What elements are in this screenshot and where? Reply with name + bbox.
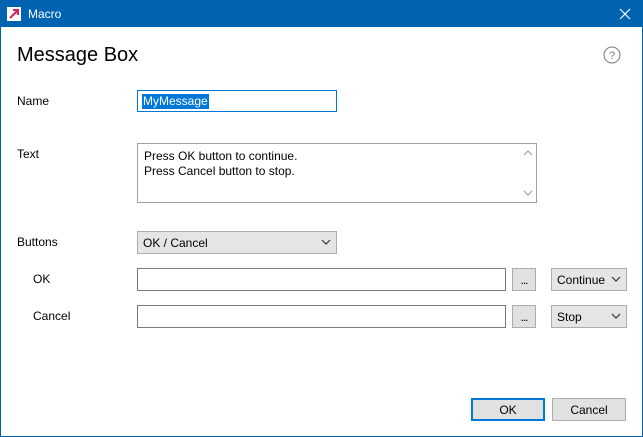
text-label: Text <box>17 147 40 161</box>
name-label: Name <box>17 94 50 108</box>
chevron-down-icon <box>611 276 621 282</box>
ok-browse-button[interactable]: ... <box>512 268 536 291</box>
help-icon[interactable]: ? <box>603 46 621 64</box>
name-input[interactable]: MyMessage <box>137 90 337 112</box>
close-icon <box>619 8 631 20</box>
chevron-down-icon <box>611 313 621 319</box>
ok-action-select-value: Continue <box>557 273 606 287</box>
svg-text:?: ? <box>609 50 615 62</box>
message-text-area[interactable]: Press OK button to continue. Press Cance… <box>137 143 537 203</box>
text-area-scrollbar[interactable] <box>521 145 535 201</box>
macro-dialog-window: Macro Message Box ? Name MyMessage Text … <box>0 0 643 437</box>
buttons-label: Buttons <box>17 235 58 249</box>
cancel-action-select[interactable]: Stop <box>551 305 627 328</box>
cancel-browse-button[interactable]: ... <box>512 305 536 328</box>
ok-label: OK <box>33 272 51 286</box>
ok-button[interactable]: OK <box>471 398 545 421</box>
cancel-button[interactable]: Cancel <box>552 398 626 421</box>
window-title: Macro <box>28 7 62 21</box>
app-logo-icon <box>7 7 21 21</box>
cancel-action-input[interactable] <box>137 305 506 328</box>
title-bar[interactable]: Macro <box>1 1 642 27</box>
scroll-down-icon[interactable] <box>523 189 533 197</box>
chevron-down-icon <box>321 239 331 245</box>
close-button[interactable] <box>608 1 642 27</box>
name-input-value: MyMessage <box>142 94 209 109</box>
cancel-action-select-value: Stop <box>557 310 582 324</box>
message-text-line-2: Press Cancel button to stop. <box>144 164 295 178</box>
scroll-up-icon[interactable] <box>523 149 533 157</box>
ok-action-select[interactable]: Continue <box>551 268 627 291</box>
buttons-select-value: OK / Cancel <box>143 236 208 250</box>
buttons-select[interactable]: OK / Cancel <box>137 231 337 254</box>
message-text-line-1: Press OK button to continue. <box>144 149 298 163</box>
ok-action-input[interactable] <box>137 268 506 291</box>
dialog-heading: Message Box <box>17 44 139 66</box>
cancel-label: Cancel <box>33 309 71 323</box>
